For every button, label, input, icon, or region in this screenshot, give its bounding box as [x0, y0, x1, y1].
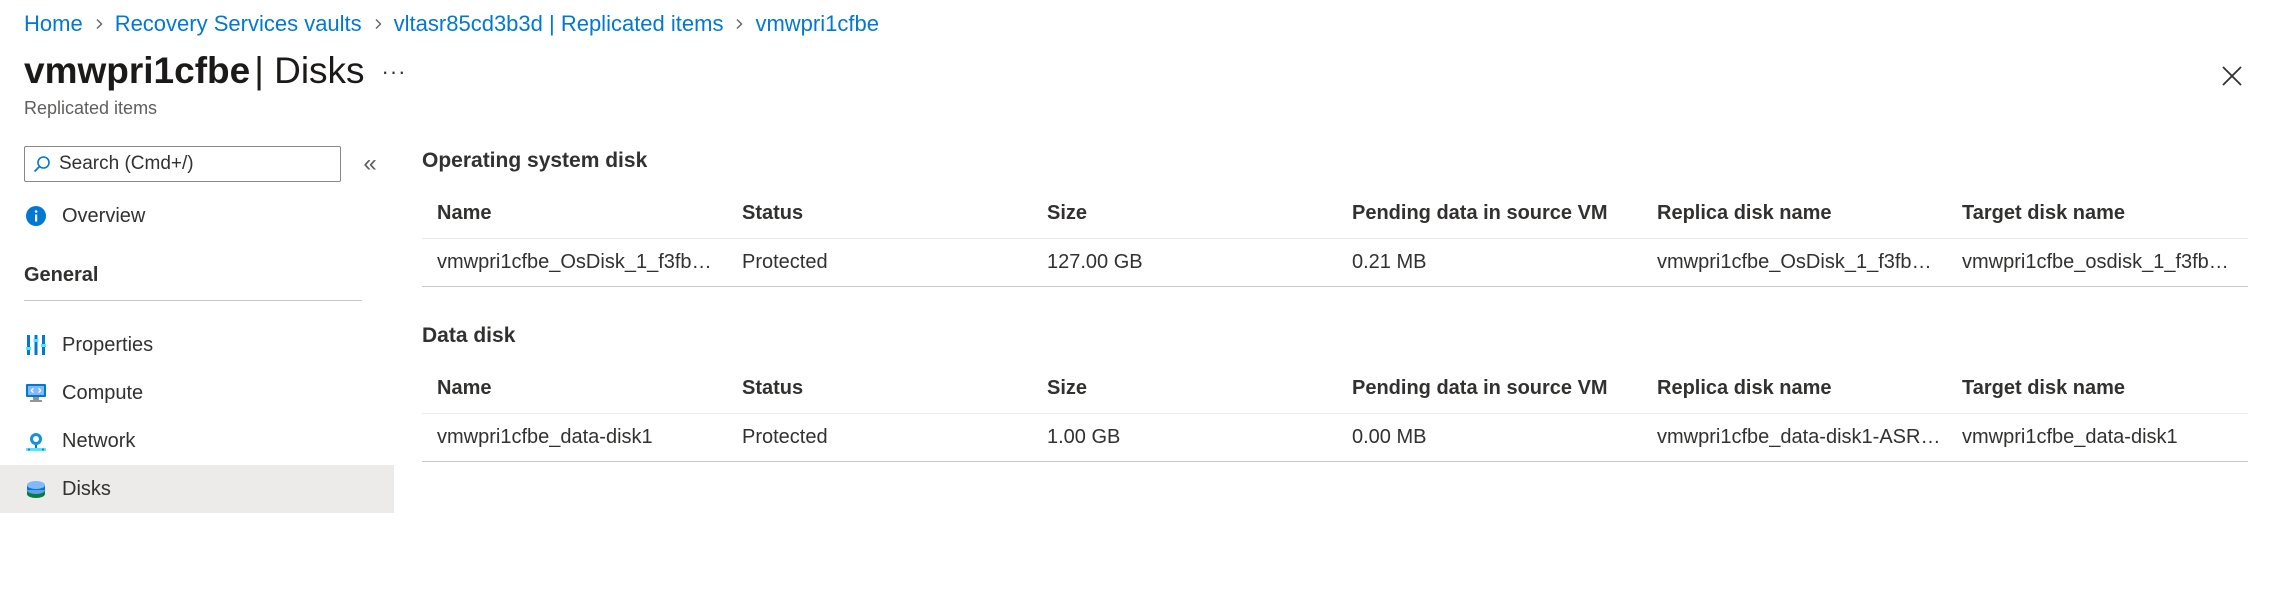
- search-icon: [33, 156, 50, 173]
- chevron-right-icon: [83, 8, 115, 40]
- column-header-replica-disk-name[interactable]: Replica disk name: [1642, 202, 1947, 225]
- chevron-right-icon: [362, 8, 394, 40]
- data-disk-grid: Name Status Size Pending data in source …: [422, 364, 2248, 462]
- section-divider: [24, 300, 362, 301]
- column-header-name[interactable]: Name: [422, 377, 727, 400]
- sidebar-item-label: Compute: [62, 381, 144, 404]
- sidebar-item-properties[interactable]: Properties: [0, 321, 394, 369]
- search-input[interactable]: [59, 153, 329, 175]
- cell-target-disk-name: vmwpri1cfbe_osdisk_1_f3fb6b3c...: [1962, 251, 2243, 273]
- os-disk-grid: Name Status Size Pending data in source …: [422, 189, 2248, 287]
- cell-pending-data: 0.21 MB: [1352, 251, 1427, 273]
- cell-name: vmwpri1cfbe_data-disk1: [437, 426, 653, 448]
- cell-replica-disk-name: vmwpri1cfbe_data-disk1-ASRRe...: [1657, 426, 1947, 448]
- sidebar-item-disks[interactable]: Disks: [0, 465, 394, 513]
- breadcrumb-home[interactable]: Home: [24, 11, 83, 37]
- column-header-pending-data[interactable]: Pending data in source VM: [1337, 202, 1642, 225]
- column-header-target-disk-name[interactable]: Target disk name: [1947, 377, 2243, 400]
- page-title-blade: | Disks: [254, 50, 365, 91]
- disks-icon: [24, 477, 48, 501]
- compute-icon: [24, 381, 48, 405]
- properties-icon: [24, 333, 48, 357]
- cell-name: vmwpri1cfbe_OsDisk_1_f3fb6b3...: [437, 251, 727, 273]
- column-header-size[interactable]: Size: [1032, 202, 1337, 225]
- cell-replica-disk-name: vmwpri1cfbe_OsDisk_1_f3fb6b3...: [1657, 251, 1947, 273]
- cell-size: 127.00 GB: [1047, 251, 1143, 273]
- breadcrumb-replicated-items[interactable]: vltasr85cd3b3d | Replicated items: [394, 11, 724, 37]
- sidebar-item-compute[interactable]: Compute: [0, 369, 394, 417]
- sidebar-section-general: General: [24, 264, 99, 286]
- collapse-sidebar-button[interactable]: «: [356, 150, 384, 178]
- info-icon: [24, 204, 48, 228]
- page-header: vmwpri1cfbe | Disks Replicated items: [24, 50, 365, 119]
- cell-target-disk-name: vmwpri1cfbe_data-disk1: [1962, 426, 2178, 448]
- os-disk-section-title: Operating system disk: [422, 149, 648, 172]
- cell-status: Protected: [742, 426, 828, 448]
- column-header-status[interactable]: Status: [727, 377, 1032, 400]
- column-header-size[interactable]: Size: [1032, 377, 1337, 400]
- cell-pending-data: 0.00 MB: [1352, 426, 1427, 448]
- sidebar-item-label: Properties: [62, 333, 154, 356]
- sidebar-item-label: Network: [62, 429, 136, 452]
- column-header-pending-data[interactable]: Pending data in source VM: [1337, 377, 1642, 400]
- sidebar: « Overview General Properties: [0, 140, 394, 600]
- data-disk-section-title: Data disk: [422, 324, 516, 347]
- sidebar-item-overview[interactable]: Overview: [0, 192, 394, 240]
- sidebar-item-label: Disks: [62, 477, 111, 500]
- column-header-name[interactable]: Name: [422, 202, 727, 225]
- table-row[interactable]: vmwpri1cfbe_data-disk1 Protected 1.00 GB…: [422, 414, 2248, 462]
- table-row[interactable]: vmwpri1cfbe_OsDisk_1_f3fb6b3... Protecte…: [422, 239, 2248, 287]
- table-header: Name Status Size Pending data in source …: [422, 364, 2248, 414]
- more-actions-button[interactable]: ···: [378, 58, 410, 86]
- sidebar-item-label: Overview: [62, 204, 146, 227]
- close-button[interactable]: [2212, 56, 2252, 96]
- page-title: vmwpri1cfbe | Disks: [24, 50, 365, 92]
- table-header: Name Status Size Pending data in source …: [422, 189, 2248, 239]
- breadcrumb-vm[interactable]: vmwpri1cfbe: [755, 11, 878, 37]
- breadcrumb-recovery-services-vaults[interactable]: Recovery Services vaults: [115, 11, 362, 37]
- column-header-status[interactable]: Status: [727, 202, 1032, 225]
- network-icon: [24, 429, 48, 453]
- page-subtitle: Replicated items: [24, 98, 158, 118]
- chevron-right-icon: [723, 8, 755, 40]
- cell-size: 1.00 GB: [1047, 426, 1121, 448]
- page-title-resource: vmwpri1cfbe: [24, 50, 251, 91]
- search-box[interactable]: [24, 146, 341, 182]
- column-header-replica-disk-name[interactable]: Replica disk name: [1642, 377, 1947, 400]
- sidebar-item-network[interactable]: Network: [0, 417, 394, 465]
- breadcrumb: Home Recovery Services vaults vltasr85cd…: [24, 8, 879, 40]
- cell-status: Protected: [742, 251, 828, 273]
- close-icon: [2222, 66, 2242, 86]
- column-header-target-disk-name[interactable]: Target disk name: [1947, 202, 2243, 225]
